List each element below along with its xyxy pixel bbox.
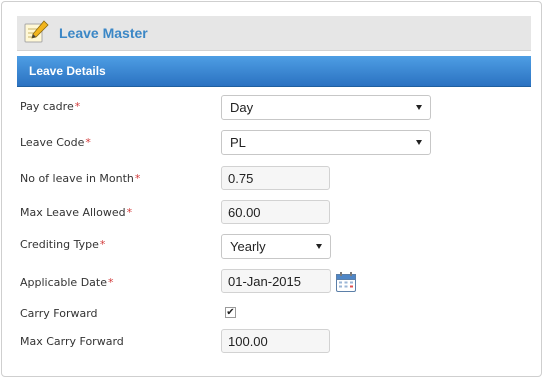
- max-leave-allowed-value: 60.00: [228, 205, 261, 220]
- section-title: Leave Details: [29, 64, 106, 78]
- leave-code-select[interactable]: PL: [221, 130, 431, 155]
- checkmark-icon: ✔: [226, 307, 235, 318]
- page-title: Leave Master: [59, 25, 148, 41]
- max-leave-allowed-label-text: Max Leave Allowed: [20, 206, 126, 219]
- crediting-type-label: Crediting Type*: [20, 238, 105, 251]
- title-bar: Leave Master: [17, 16, 531, 51]
- crediting-type-label-text: Crediting Type: [20, 238, 99, 251]
- required-mark: *: [99, 238, 106, 251]
- carry-forward-label-text: Carry Forward: [20, 307, 98, 320]
- leave-code-value: PL: [230, 135, 246, 150]
- carry-forward-label: Carry Forward: [20, 307, 98, 320]
- pay-cadre-value: Day: [230, 100, 254, 115]
- crediting-type-value: Yearly: [230, 239, 266, 254]
- calendar-icon[interactable]: [335, 271, 357, 293]
- leave-code-label-text: Leave Code: [20, 136, 85, 149]
- max-carry-forward-value: 100.00: [228, 334, 268, 349]
- chevron-down-icon: [316, 244, 322, 249]
- max-carry-forward-input[interactable]: 100.00: [221, 329, 330, 353]
- crediting-type-select[interactable]: Yearly: [221, 234, 331, 259]
- max-leave-allowed-input[interactable]: 60.00: [221, 200, 330, 224]
- applicable-date-input[interactable]: 01-Jan-2015: [221, 269, 331, 293]
- pay-cadre-select[interactable]: Day: [221, 95, 431, 120]
- pay-cadre-label: Pay cadre*: [20, 100, 80, 113]
- section-header: Leave Details: [17, 56, 531, 87]
- chevron-down-icon: [416, 105, 422, 110]
- applicable-date-label-text: Applicable Date: [20, 276, 107, 289]
- required-mark: *: [108, 276, 114, 289]
- required-mark: *: [134, 172, 141, 185]
- applicable-date-value: 01-Jan-2015: [228, 274, 301, 289]
- edit-note-icon: [22, 19, 50, 45]
- required-mark: *: [126, 206, 133, 219]
- chevron-down-icon: [416, 140, 422, 145]
- pay-cadre-label-text: Pay cadre: [20, 100, 74, 113]
- max-carry-forward-label-text: Max Carry Forward: [20, 335, 124, 348]
- leave-code-label: Leave Code*: [20, 136, 91, 149]
- applicable-date-label: Applicable Date*: [20, 276, 114, 289]
- required-mark: *: [85, 136, 91, 149]
- no-of-leave-in-month-value: 0.75: [228, 171, 254, 186]
- max-carry-forward-label: Max Carry Forward: [20, 335, 124, 348]
- required-mark: *: [74, 100, 81, 113]
- no-of-leave-in-month-input[interactable]: 0.75: [221, 166, 330, 190]
- max-leave-allowed-label: Max Leave Allowed*: [20, 206, 132, 219]
- carry-forward-checkbox[interactable]: ✔: [225, 307, 236, 318]
- no-of-leave-in-month-label: No of leave in Month*: [20, 172, 140, 185]
- no-of-leave-in-month-label-text: No of leave in Month: [20, 172, 134, 185]
